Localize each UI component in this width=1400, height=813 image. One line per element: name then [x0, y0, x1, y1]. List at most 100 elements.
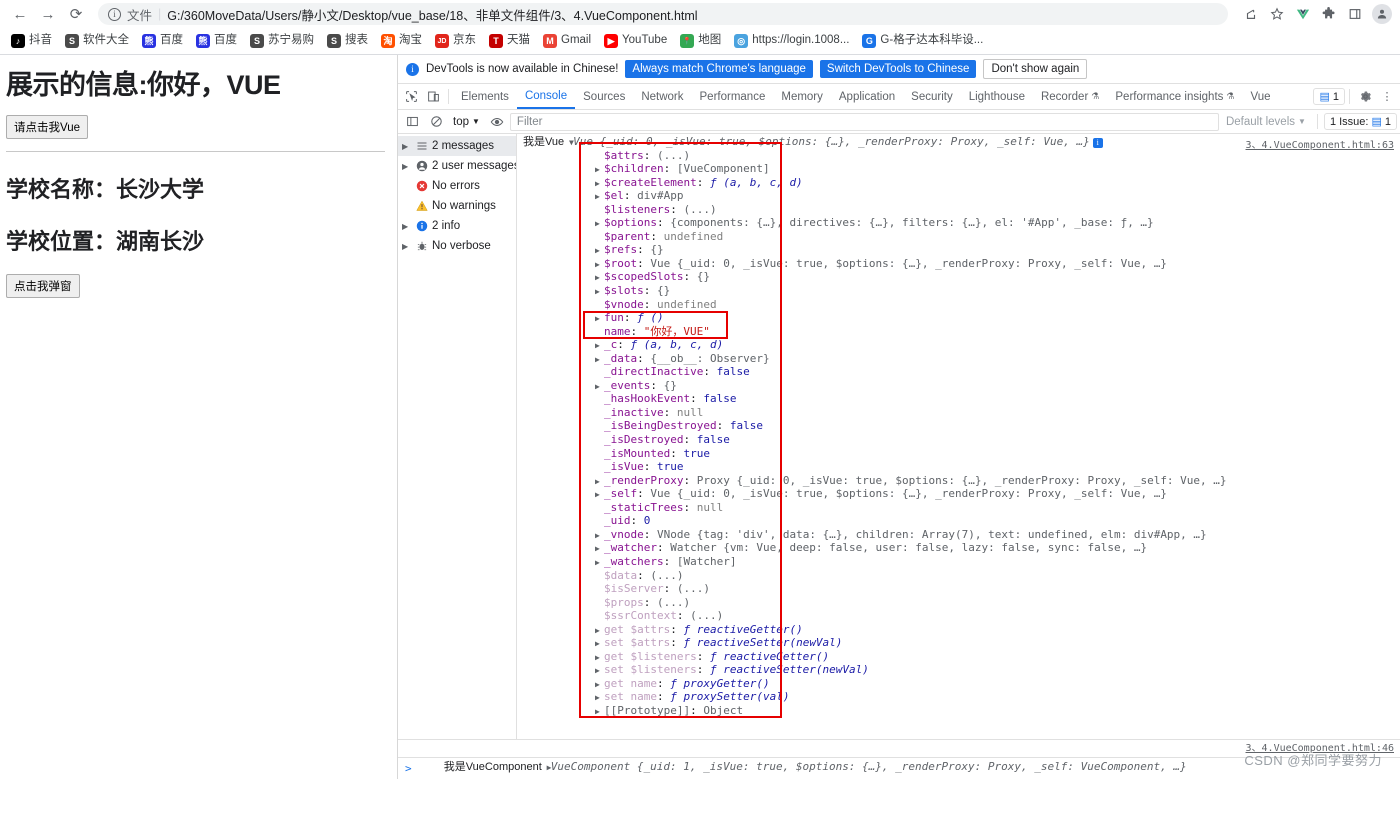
bookmark-item[interactable]: S软件大全 — [60, 32, 134, 50]
console-property-row[interactable]: _isDestroyed: false — [517, 433, 1400, 447]
bookmark-item[interactable]: S搜表 — [322, 32, 373, 50]
tab-console[interactable]: Console — [517, 84, 575, 109]
bookmark-item[interactable]: 熊百度 — [191, 32, 242, 50]
sidebar-item-no-verbose[interactable]: ▶No verbose — [398, 236, 516, 256]
console-sidebar-icon[interactable] — [401, 111, 423, 133]
console-property-row[interactable]: ▶_watchers: [Watcher] — [517, 555, 1400, 569]
device-toolbar-icon[interactable] — [422, 86, 444, 108]
share-icon[interactable] — [1242, 6, 1259, 23]
console-property-row[interactable]: _inactive: null — [517, 406, 1400, 420]
console-property-row[interactable]: _directInactive: false — [517, 365, 1400, 379]
message-count-badge[interactable]: ▤ 1 — [1313, 88, 1345, 105]
extensions-puzzle-icon[interactable] — [1320, 6, 1337, 23]
expand-triangle-icon[interactable]: ▶ — [595, 664, 604, 678]
console-property-row[interactable]: $vnode: undefined — [517, 298, 1400, 312]
console-property-row[interactable]: ▶_c: ƒ (a, b, c, d) — [517, 338, 1400, 352]
console-property-row[interactable]: ▶$slots: {} — [517, 284, 1400, 298]
console-property-row[interactable]: $ssrContext: (...) — [517, 609, 1400, 623]
console-property-row[interactable]: _isVue: true — [517, 460, 1400, 474]
expand-triangle-icon[interactable]: ▶ — [595, 353, 604, 367]
expand-triangle-icon[interactable]: ▶ — [595, 691, 604, 705]
console-property-row[interactable]: ▶get name: ƒ proxyGetter() — [517, 677, 1400, 691]
sidebar-item-no-warnings[interactable]: No warnings — [398, 196, 516, 216]
tab-recorder[interactable]: Recorder⚗ — [1033, 84, 1107, 109]
expand-triangle-icon[interactable]: ▶ — [595, 339, 604, 353]
console-property-row[interactable]: ▶get $attrs: ƒ reactiveGetter() — [517, 623, 1400, 637]
expand-triangle-icon[interactable]: ▶ — [595, 705, 604, 719]
bookmark-item[interactable]: GG-格子达本科毕设... — [857, 32, 988, 50]
bookmark-item[interactable]: JD京东 — [430, 32, 481, 50]
console-property-row[interactable]: ▶fun: ƒ () — [517, 311, 1400, 325]
expand-triangle-icon[interactable]: ▶ — [595, 678, 604, 692]
console-property-row[interactable]: _isMounted: true — [517, 447, 1400, 461]
console-property-row[interactable]: ▶_self: Vue {_uid: 0, _isVue: true, $opt… — [517, 487, 1400, 501]
sidebar-item-2-info[interactable]: ▶2 info — [398, 216, 516, 236]
expand-triangle-icon[interactable]: ▶ — [595, 244, 604, 258]
forward-icon[interactable]: → — [36, 2, 60, 26]
sidebar-item-no-errors[interactable]: No errors — [398, 176, 516, 196]
console-property-row[interactable]: $data: (...) — [517, 569, 1400, 583]
tab-performance-insights[interactable]: Performance insights⚗ — [1107, 84, 1242, 109]
bookmark-item[interactable]: S苏宁易购 — [245, 32, 319, 50]
alert-popup-button[interactable]: 点击我弹窗 — [6, 274, 80, 298]
expand-triangle-icon[interactable]: ▶ — [595, 312, 604, 326]
console-property-row[interactable]: ▶$refs: {} — [517, 243, 1400, 257]
tab-security[interactable]: Security — [903, 84, 961, 109]
expand-triangle-icon[interactable]: ▶ — [595, 556, 604, 570]
bookmark-item[interactable]: 淘淘宝 — [376, 32, 427, 50]
tab-elements[interactable]: Elements — [453, 84, 517, 109]
tab-performance[interactable]: Performance — [692, 84, 774, 109]
expand-triangle-icon[interactable]: ▶ — [595, 529, 604, 543]
expand-triangle-icon[interactable]: ▶ — [402, 222, 411, 231]
console-property-row[interactable]: $props: (...) — [517, 596, 1400, 610]
expand-triangle-icon[interactable]: ▶ — [402, 162, 411, 171]
console-property-row[interactable]: ▶$options: {components: {…}, directives:… — [517, 216, 1400, 230]
kebab-menu-icon[interactable]: ⋮ — [1376, 86, 1398, 108]
expand-triangle-icon[interactable]: ▶ — [402, 242, 411, 251]
console-property-row[interactable]: ▶_watcher: Watcher {vm: Vue, deep: false… — [517, 541, 1400, 555]
issues-badge[interactable]: 1 Issue: ▤ 1 — [1324, 113, 1397, 130]
expand-triangle-icon[interactable]: ▶ — [595, 488, 604, 502]
console-log-area[interactable]: 我是Vue ▼ Vue {_uid: 0, _isVue: true, $opt… — [517, 134, 1400, 739]
switch-devtools-chinese-button[interactable]: Switch DevTools to Chinese — [820, 60, 977, 78]
expand-triangle-icon[interactable]: ▶ — [595, 177, 604, 191]
console-property-row[interactable]: ▶$el: div#App — [517, 189, 1400, 203]
bookmark-star-icon[interactable] — [1268, 6, 1285, 23]
console-property-row[interactable]: ▶set $listeners: ƒ reactiveSetter(newVal… — [517, 663, 1400, 677]
profile-avatar-icon[interactable] — [1372, 4, 1392, 24]
vue-devtools-extension-icon[interactable] — [1294, 6, 1311, 23]
console-property-row[interactable]: name: "你好，VUE" — [517, 325, 1400, 339]
back-icon[interactable]: ← — [8, 2, 32, 26]
console-property-row[interactable]: _isBeingDestroyed: false — [517, 419, 1400, 433]
expand-triangle-icon[interactable]: ▶ — [595, 542, 604, 556]
sidebar-item-2-user-messages[interactable]: ▶2 user messages — [398, 156, 516, 176]
expand-triangle-icon[interactable]: ▶ — [595, 163, 604, 177]
tab-vue[interactable]: Vue — [1242, 84, 1278, 109]
omnibox[interactable]: i 文件 | G:/360MoveData/Users/静小文/Desktop/… — [98, 3, 1228, 25]
expand-triangle-icon[interactable]: ▶ — [595, 217, 604, 231]
console-property-row[interactable]: ▶$root: Vue {_uid: 0, _isVue: true, $opt… — [517, 257, 1400, 271]
sidebar-item-2-messages[interactable]: ▶2 messages — [398, 136, 516, 156]
console-property-row[interactable]: ▶$children: [VueComponent] — [517, 162, 1400, 176]
console-property-row[interactable]: ▶[[Prototype]]: Object — [517, 704, 1400, 718]
console-property-row[interactable]: ▶_events: {} — [517, 379, 1400, 393]
tab-sources[interactable]: Sources — [575, 84, 633, 109]
expand-triangle-icon-2[interactable]: ▶ — [542, 759, 551, 777]
bookmark-item[interactable]: 📍地图 — [675, 32, 726, 50]
console-property-row[interactable]: ▶_renderProxy: Proxy {_uid: 0, _isVue: t… — [517, 474, 1400, 488]
always-match-language-button[interactable]: Always match Chrome's language — [625, 60, 813, 78]
gear-icon[interactable] — [1354, 86, 1376, 108]
console-property-row[interactable]: _uid: 0 — [517, 514, 1400, 528]
console-property-row[interactable]: _hasHookEvent: false — [517, 392, 1400, 406]
reload-icon[interactable]: ⟳ — [64, 2, 88, 26]
bookmark-item[interactable]: ♪抖音 — [6, 32, 57, 50]
dont-show-again-button[interactable]: Don't show again — [983, 59, 1087, 79]
inspect-element-icon[interactable] — [400, 86, 422, 108]
tab-application[interactable]: Application — [831, 84, 903, 109]
expand-triangle-icon[interactable]: ▶ — [595, 624, 604, 638]
console-property-row[interactable]: $parent: undefined — [517, 230, 1400, 244]
bookmark-item[interactable]: MGmail — [538, 32, 596, 50]
clear-console-icon[interactable] — [425, 111, 447, 133]
source-link-entry1[interactable]: 3、4.VueComponent.html:63 — [1246, 136, 1394, 151]
expand-triangle-icon[interactable]: ▶ — [402, 142, 411, 151]
